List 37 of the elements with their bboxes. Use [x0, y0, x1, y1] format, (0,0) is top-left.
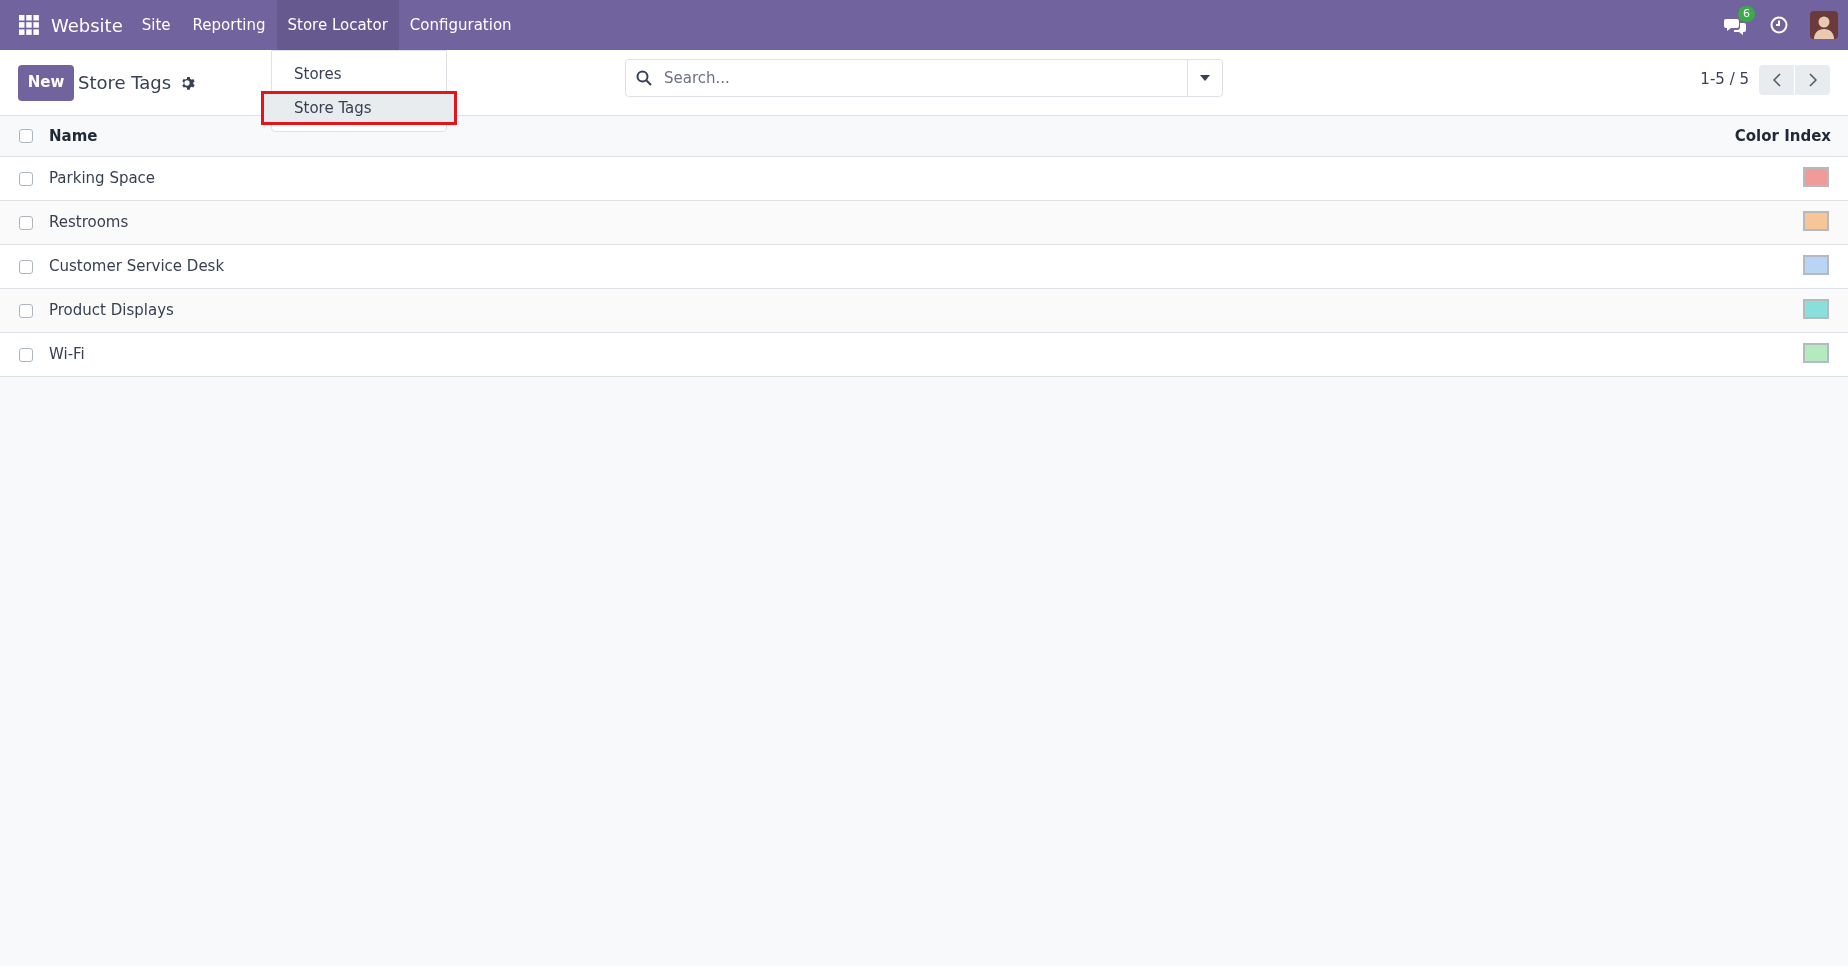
search-field[interactable]: Search... [625, 59, 1223, 97]
apps-grid-icon[interactable] [19, 15, 39, 35]
app-name[interactable]: Website [51, 11, 123, 39]
clock-icon[interactable] [1770, 16, 1788, 34]
message-count: 6 [1738, 6, 1755, 22]
table-cell-text: Customer Service Desk [49, 256, 225, 278]
table-cell-text: Restrooms [49, 212, 129, 234]
checkbox[interactable] [19, 303, 33, 318]
search-icon [636, 70, 652, 86]
dropdown-item[interactable]: Stores [272, 60, 446, 88]
menu-item[interactable]: Reporting [181, 0, 277, 50]
chat-icon[interactable] [1724, 17, 1746, 35]
avatar[interactable] [1810, 11, 1838, 39]
menu-item[interactable]: Store Locator [276, 0, 399, 50]
checkbox[interactable] [19, 259, 33, 274]
page-title: Store Tags [78, 71, 172, 95]
dropdown-item[interactable]: Store Tags [264, 94, 454, 122]
previous-button[interactable] [1759, 64, 1794, 95]
menu-item[interactable]: Site [130, 0, 182, 50]
checkbox[interactable] [19, 215, 33, 230]
pager-value: 1-5 / 5 [1700, 69, 1749, 91]
checkbox[interactable] [19, 129, 33, 143]
chevron-left-icon [1772, 72, 1781, 87]
column-header[interactable]: Color Index [1734, 124, 1831, 148]
new-button[interactable]: New [18, 64, 74, 101]
chevron-right-icon [1808, 72, 1817, 87]
table-cell-text: Wi-Fi [49, 344, 85, 366]
table-cell-text: Parking Space [49, 168, 156, 190]
settings-icon[interactable] [179, 74, 196, 91]
menu-item[interactable]: Configuration [398, 0, 523, 50]
search-input[interactable]: Search... [664, 66, 1187, 90]
column-header[interactable]: Name [49, 124, 98, 148]
caret-icon[interactable] [1200, 75, 1210, 81]
checkbox[interactable] [19, 171, 33, 186]
checkbox[interactable] [19, 347, 33, 362]
table-cell-text: Product Displays [49, 300, 174, 322]
next-button[interactable] [1795, 64, 1830, 95]
